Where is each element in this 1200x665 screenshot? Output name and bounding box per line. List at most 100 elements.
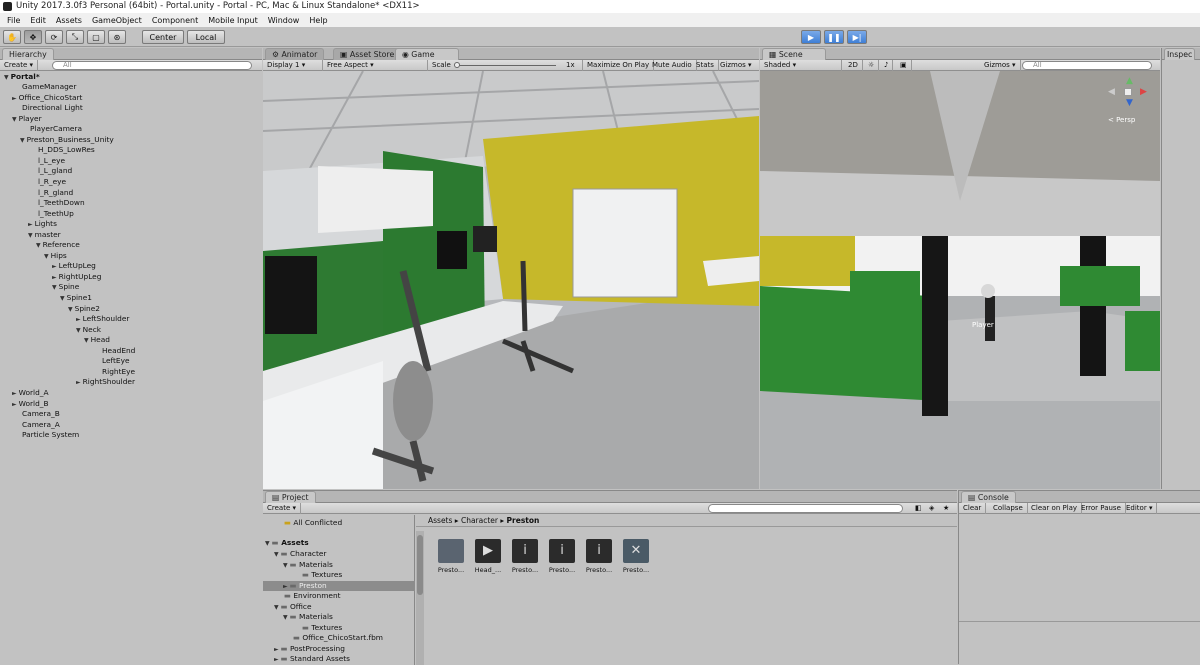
hierarchy-item[interactable]: l_L_eye (38, 156, 65, 166)
hierarchy-item[interactable]: l_TeethDown (38, 198, 85, 208)
collapsed-arrow-icon[interactable]: ► (12, 390, 17, 397)
tab-asset-store[interactable]: ▣ Asset Store (333, 48, 402, 60)
hierarchy-item[interactable]: l_R_gland (38, 188, 73, 198)
model-icon[interactable]: i (549, 539, 575, 563)
hierarchy-item[interactable]: ▼ Spine1 (60, 293, 92, 303)
hierarchy-item[interactable]: ▼ master (28, 230, 61, 240)
hierarchy-item[interactable]: ▼ Preston_Business_Unity (20, 135, 114, 145)
project-folder-item[interactable]: ▬ All Conflicted (284, 518, 342, 528)
menu-file[interactable]: File (2, 16, 25, 25)
collapsed-arrow-icon[interactable]: ► (274, 646, 279, 653)
shading-dropdown[interactable]: Shaded ▾ (760, 60, 842, 71)
collapsed-arrow-icon[interactable]: ► (274, 656, 279, 663)
expanded-arrow-icon[interactable]: ▼ (274, 551, 279, 558)
project-folder-item[interactable]: ► ▬ PostProcessing (274, 644, 345, 654)
hierarchy-item[interactable]: ► LeftShoulder (76, 314, 129, 324)
project-folder-item[interactable]: ▼ ▬ Character (274, 549, 326, 559)
filter-type-icon[interactable]: ◧ (911, 503, 926, 514)
expanded-arrow-icon[interactable]: ▼ (12, 116, 17, 123)
play-icon[interactable]: ▶ (801, 30, 821, 44)
hierarchy-item[interactable]: ► RightShoulder (76, 377, 135, 387)
menu-window[interactable]: Window (263, 16, 305, 25)
tab-scene[interactable]: ▦ Scene (762, 48, 826, 60)
asset-label[interactable]: Head_... (473, 566, 503, 574)
hierarchy-item[interactable]: ► Office_ChicoStart (12, 93, 82, 103)
stats-button[interactable]: Stats (692, 60, 719, 71)
hierarchy-item[interactable]: ▼ Spine2 (68, 304, 100, 314)
collapsed-arrow-icon[interactable]: ► (52, 263, 57, 270)
scale-tool-icon[interactable]: ⤡ (66, 30, 84, 44)
tab-console[interactable]: ▤ Console (961, 491, 1016, 503)
hierarchy-item[interactable]: HeadEnd (102, 346, 135, 356)
pivot-center-button[interactable]: Center (142, 30, 184, 44)
audio-toggle-icon[interactable]: ♪ (880, 60, 894, 71)
hierarchy-item[interactable]: Camera_A (22, 420, 60, 430)
expanded-arrow-icon[interactable]: ▼ (274, 604, 279, 611)
project-folder-item[interactable]: ▼ ▬ Materials (283, 612, 333, 622)
menu-mobile-input[interactable]: Mobile Input (203, 16, 263, 25)
hierarchy-item[interactable]: H_DDS_LowRes (38, 145, 95, 155)
tab-project[interactable]: ▤ Project (265, 491, 316, 503)
project-scroll-thumb[interactable] (417, 535, 423, 595)
expanded-arrow-icon[interactable]: ▼ (68, 306, 73, 313)
scene-root[interactable]: ▼ Portal* (4, 72, 40, 82)
hierarchy-item[interactable]: Particle System (22, 430, 79, 440)
filter-label-icon[interactable]: ◈ (925, 503, 938, 514)
project-folder-item[interactable]: ▼ ▬ Materials (283, 560, 333, 570)
effects-toggle-icon[interactable]: ▣ (896, 60, 912, 71)
menu-component[interactable]: Component (147, 16, 203, 25)
asset-label[interactable]: Presto... (547, 566, 577, 574)
console-clear-on-play-button[interactable]: Clear on Play (1027, 503, 1083, 514)
tab-game[interactable]: ◉ Game (395, 48, 459, 60)
menu-gameobject[interactable]: GameObject (87, 16, 147, 25)
lighting-toggle-icon[interactable]: ☼ (864, 60, 880, 71)
breadcrumb-assets[interactable]: Assets (428, 516, 452, 525)
asset-label[interactable]: Presto... (584, 566, 614, 574)
collapsed-arrow-icon[interactable]: ► (12, 401, 17, 408)
expanded-arrow-icon[interactable]: ▼ (265, 540, 270, 547)
move-tool-icon[interactable]: ✥ (24, 30, 42, 44)
hierarchy-search-input[interactable]: All (52, 61, 252, 70)
hierarchy-item[interactable]: LeftEye (102, 356, 130, 366)
star-icon[interactable]: ★ (939, 503, 953, 514)
asset-label[interactable]: Presto... (621, 566, 651, 574)
project-search-input[interactable] (708, 504, 903, 513)
hierarchy-item[interactable]: RightEye (102, 367, 135, 377)
project-folder-item[interactable]: ▬ Environment (284, 591, 341, 601)
collapsed-arrow-icon[interactable]: ► (76, 379, 81, 386)
breadcrumb-character[interactable]: Character (461, 516, 498, 525)
project-folder-item[interactable]: ▼ ▬ Office (274, 602, 312, 612)
console-clear-button[interactable]: Clear (959, 503, 987, 514)
pause-icon[interactable]: ❚❚ (824, 30, 844, 44)
expanded-arrow-icon[interactable]: ▼ (36, 242, 41, 249)
collapsed-arrow-icon[interactable]: ► (12, 95, 17, 102)
collapsed-arrow-icon[interactable]: ► (283, 583, 288, 590)
expanded-arrow-icon[interactable]: ▼ (20, 137, 25, 144)
project-scrollbar[interactable] (416, 531, 424, 665)
expanded-arrow-icon[interactable]: ▼ (76, 327, 81, 334)
hierarchy-item[interactable]: ► RightUpLeg (52, 272, 101, 282)
hierarchy-item[interactable]: ▼ Reference (36, 240, 80, 250)
model-icon[interactable]: i (586, 539, 612, 563)
project-folder-item[interactable]: ▼ ▬ Assets (265, 538, 309, 548)
hierarchy-item[interactable]: l_L_gland (38, 166, 72, 176)
hand-tool-icon[interactable]: ✋ (3, 30, 21, 44)
expanded-arrow-icon[interactable]: ▼ (283, 562, 288, 569)
animation-icon[interactable]: ▶ (475, 539, 501, 563)
collapsed-arrow-icon[interactable]: ► (28, 221, 33, 228)
hierarchy-item[interactable]: GameManager (22, 82, 76, 92)
menu-edit[interactable]: Edit (25, 16, 51, 25)
transform-tool-icon[interactable]: ⊛ (108, 30, 126, 44)
hierarchy-item[interactable]: Directional Light (22, 103, 83, 113)
hierarchy-item[interactable]: ▼ Spine (52, 282, 79, 292)
game-viewport[interactable] (263, 71, 759, 489)
console-error-pause-button[interactable]: Error Pause (1077, 503, 1126, 514)
rotate-tool-icon[interactable]: ⟳ (45, 30, 63, 44)
step-icon[interactable]: ▶| (847, 30, 867, 44)
prefab-icon[interactable]: ✕ (623, 539, 649, 563)
scene-search-input[interactable]: All (1022, 61, 1152, 70)
scale-handle[interactable] (454, 62, 460, 68)
hierarchy-item[interactable]: ► World_A (12, 388, 49, 398)
project-folder-item[interactable]: ► ▬ Standard Assets (274, 654, 350, 664)
console-collapse-button[interactable]: Collapse (989, 503, 1028, 514)
